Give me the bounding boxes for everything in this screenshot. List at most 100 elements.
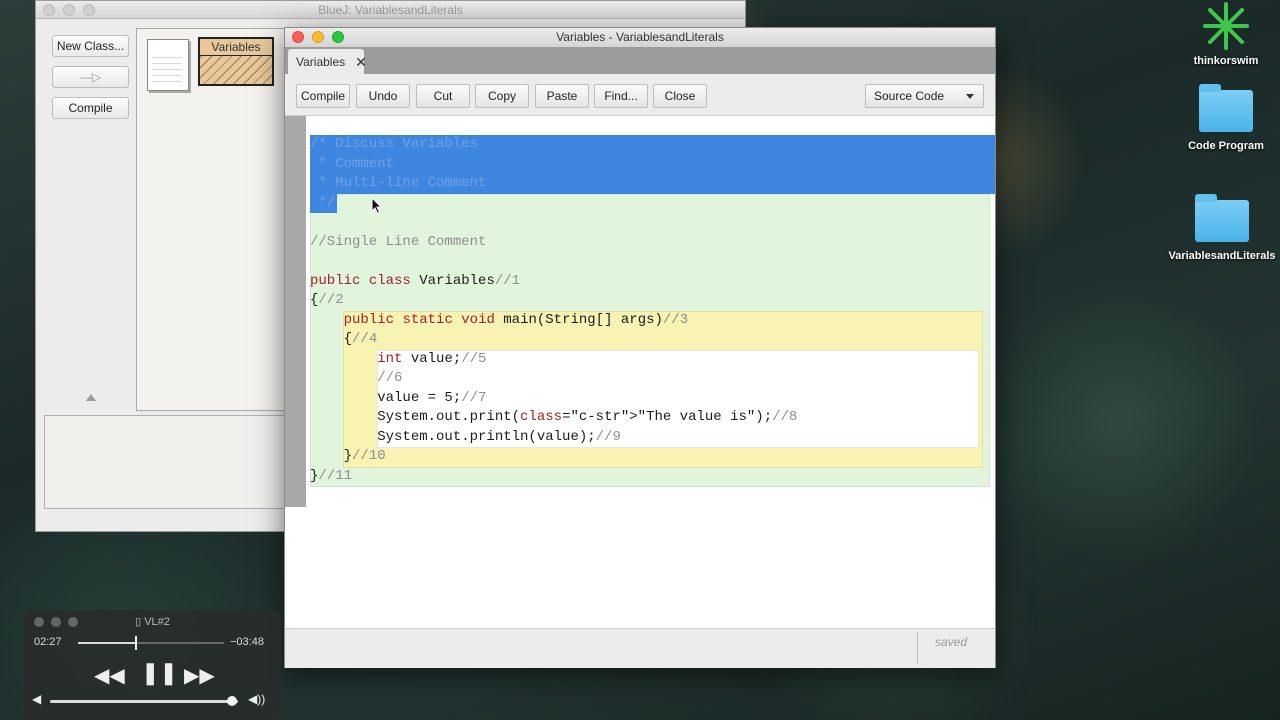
zoom-window-icon[interactable]: [332, 31, 344, 43]
desktop-app-thinkorswim[interactable]: thinkorswim: [1188, 0, 1264, 67]
code-line-16: System.out.println(value);//9: [310, 428, 621, 447]
find-button[interactable]: Find...: [594, 84, 648, 108]
undo-button[interactable]: Undo: [356, 84, 410, 108]
close-window-icon[interactable]: [292, 31, 304, 43]
rewind-icon[interactable]: ◀◀: [94, 663, 125, 688]
elapsed-time: 02:27: [34, 636, 62, 648]
folder-icon: [1195, 194, 1249, 242]
class-box-variables[interactable]: Variables: [198, 37, 274, 86]
bluej-window-title: BlueJ: VariablesandLiterals: [318, 3, 463, 17]
close-window-icon[interactable]: [43, 4, 55, 16]
code-line-1: /* Discuss Variables: [310, 135, 478, 154]
code-line-3: * Multi-line Comment: [310, 174, 486, 193]
code-line-6: //Single Line Comment: [310, 233, 486, 252]
minimize-window-icon[interactable]: [312, 31, 324, 43]
code-line-12: int value;//5: [310, 350, 486, 369]
code-line-17: }//10: [310, 447, 386, 466]
desktop-folder-variablesandliterals[interactable]: VariablesandLiterals: [1168, 194, 1276, 262]
volume-slider[interactable]: [50, 696, 238, 706]
code-line-text: * Comment: [310, 156, 395, 172]
player-title: VL#2: [144, 616, 170, 628]
remaining-time: −03:48: [230, 636, 264, 648]
code-line-8: public class Variables//1: [310, 272, 520, 291]
compile-button[interactable]: Compile: [296, 84, 350, 108]
folder-label: Code Program: [1188, 140, 1264, 152]
code-line-text: //6: [310, 370, 403, 386]
file-icon: ▯: [135, 616, 142, 628]
editor-toolbar: Compile Undo Cut Copy Paste Find... Clos…: [285, 74, 995, 116]
folder-label: VariablesandLiterals: [1168, 250, 1276, 262]
code-line-text: {//2: [310, 292, 344, 308]
view-select-value: Source Code: [874, 89, 945, 103]
folder-icon: [1199, 84, 1253, 132]
media-player: ▯ VL#2 02:27 −03:48 ◀◀ ❚❚ ▶▶ ◀ ◀)): [24, 610, 281, 720]
code-text-area[interactable]: /* Discuss Variables * Comment * Multi-l…: [306, 116, 995, 628]
object-bench: [44, 415, 294, 509]
volume-knob[interactable]: [227, 696, 238, 706]
fast-forward-icon[interactable]: ▶▶: [184, 663, 215, 688]
code-line-text: value = 5;//7: [310, 390, 487, 406]
code-line-4: */: [310, 194, 335, 213]
copy-button[interactable]: Copy: [475, 84, 529, 108]
code-line-text: }//10: [310, 448, 386, 464]
window-controls: [292, 31, 344, 43]
close-tab-icon[interactable]: ✕: [355, 55, 367, 69]
editor-window-title: Variables - VariablesandLiterals: [556, 30, 724, 44]
code-line-text: {//4: [310, 331, 378, 347]
code-line-text: }//11: [310, 468, 353, 484]
code-line-text: //Single Line Comment: [310, 234, 487, 250]
desktop-folder-code-program[interactable]: Code Program: [1180, 84, 1272, 152]
code-line-text: */: [310, 195, 336, 211]
code-line-text: * Multi-line Comment: [310, 175, 487, 191]
code-line-text: System.out.print(class="c-str">"The valu…: [310, 409, 798, 425]
editor-window: Variables - VariablesandLiterals Variabl…: [284, 27, 996, 668]
progress-knob[interactable]: [134, 636, 137, 650]
code-line-18: }//11: [310, 467, 352, 486]
tab-variables[interactable]: Variables ✕: [288, 49, 367, 74]
code-line-9: {//2: [310, 291, 344, 310]
minimize-window-icon[interactable]: [63, 4, 75, 16]
class-box-label: Variables: [200, 39, 272, 56]
bluej-titlebar[interactable]: BlueJ: VariablesandLiterals: [36, 1, 745, 19]
code-line-text: int value;//5: [377, 351, 487, 367]
bluej-sidebar: New Class... —▷ Compile: [36, 19, 136, 409]
code-line-text: /* Discuss Variables: [310, 136, 479, 152]
cut-button[interactable]: Cut: [416, 84, 470, 108]
code-line-2: * Comment: [310, 155, 394, 174]
line-gutter[interactable]: [285, 116, 306, 507]
tab-strip: Variables ✕: [285, 47, 995, 74]
code-editor-area[interactable]: /* Discuss Variables * Comment * Multi-l…: [285, 116, 995, 628]
code-line-11: {//4: [310, 330, 378, 349]
code-line-text: public static void main(String[] args)//…: [343, 312, 689, 328]
code-line-14: value = 5;//7: [310, 389, 486, 408]
progress-scrubber[interactable]: [78, 636, 224, 650]
tab-label: Variables: [296, 54, 346, 69]
editor-titlebar[interactable]: Variables - VariablesandLiterals: [285, 28, 995, 47]
bluej-compile-button[interactable]: Compile: [52, 97, 129, 119]
code-line-10: public static void main(String[] args)//…: [310, 311, 689, 330]
chevron-down-icon: [966, 94, 974, 99]
save-status: saved: [935, 635, 968, 649]
view-select-dropdown[interactable]: Source Code: [865, 84, 984, 108]
uses-arrow-button[interactable]: —▷: [52, 66, 129, 88]
status-divider: [917, 632, 918, 664]
code-line-13: //6: [310, 369, 402, 388]
thinkorswim-icon: [1203, 2, 1249, 50]
expand-triangle-icon[interactable]: [86, 394, 96, 401]
readme-document-icon[interactable]: [147, 39, 189, 91]
player-title-row: ▯ VL#2: [24, 615, 281, 628]
mouse-pointer-icon: [371, 197, 383, 215]
progress-fill: [78, 642, 135, 644]
close-button[interactable]: Close: [653, 84, 707, 108]
zoom-window-icon[interactable]: [83, 4, 95, 16]
paste-button[interactable]: Paste: [535, 84, 589, 108]
new-class-button[interactable]: New Class...: [52, 35, 129, 57]
code-line-15: System.out.print(class="c-str">"The valu…: [310, 408, 797, 427]
volume-high-icon: ◀)): [248, 692, 266, 706]
editor-statusbar: saved: [285, 628, 995, 668]
code-line-text: System.out.println(value);//9: [310, 429, 621, 445]
volume-low-icon: ◀: [32, 692, 42, 706]
thinkorswim-label: thinkorswim: [1193, 55, 1259, 67]
pause-icon[interactable]: ❚❚: [141, 660, 178, 686]
window-controls: [43, 4, 95, 16]
